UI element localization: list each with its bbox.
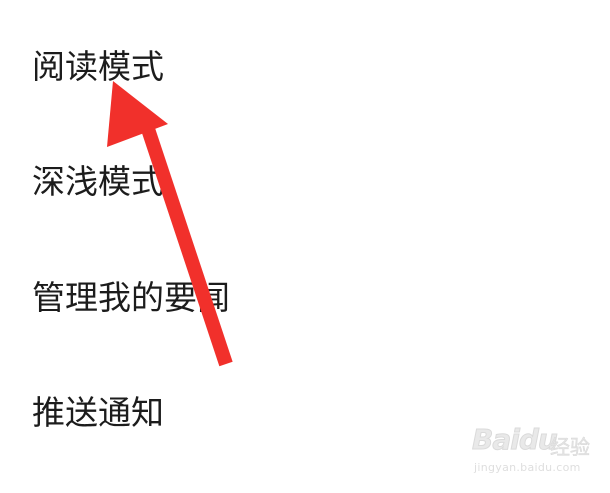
menu-item-dark-light-mode[interactable]: 深浅模式 — [32, 152, 164, 212]
watermark-brand-cn: 经验 — [550, 435, 591, 460]
menu-item-reading-mode[interactable]: 阅读模式 — [32, 37, 164, 97]
baidu-jingyan-watermark: Baidu 经验 jingyan.baidu.com — [472, 423, 592, 479]
menu-item-push-notifications[interactable]: 推送通知 — [32, 383, 164, 443]
watermark-brand: Baidu — [472, 423, 559, 457]
menu-item-manage-headlines[interactable]: 管理我的要闻 — [32, 268, 230, 328]
settings-menu: 阅读模式 深浅模式 管理我的要闻 推送通知 — [0, 0, 610, 493]
watermark-url: jingyan.baidu.com — [474, 461, 581, 474]
